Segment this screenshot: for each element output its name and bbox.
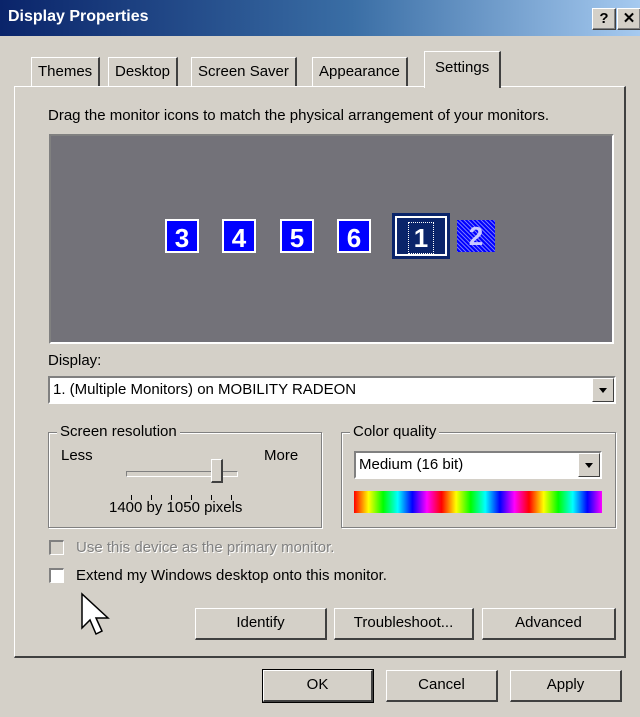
tab-screen-saver[interactable]: Screen Saver: [191, 57, 297, 86]
monitor-icon-5[interactable]: 5: [280, 219, 314, 253]
extend-desktop-label: Extend my Windows desktop onto this moni…: [76, 567, 387, 584]
display-select[interactable]: 1. (Multiple Monitors) on MOBILITY RADEO…: [48, 376, 616, 404]
monitor-icon-1-selected[interactable]: 1: [392, 213, 450, 259]
instruction-text: Drag the monitor icons to match the phys…: [48, 107, 550, 124]
color-spectrum-preview: [354, 491, 602, 513]
advanced-button[interactable]: Advanced: [482, 608, 616, 640]
display-label: Display:: [48, 352, 102, 369]
tab-themes[interactable]: Themes: [31, 57, 101, 86]
resolution-slider-thumb[interactable]: [211, 459, 224, 483]
monitor-arrangement-area[interactable]: 3 4 5 6 1 2: [49, 134, 614, 344]
tab-settings[interactable]: Settings: [424, 51, 502, 88]
monitor-icon-3[interactable]: 3: [165, 219, 199, 253]
ok-button[interactable]: OK: [262, 669, 374, 703]
identify-button[interactable]: Identify: [195, 608, 327, 640]
color-quality-title: Color quality: [350, 423, 440, 440]
primary-monitor-checkbox[interactable]: [49, 540, 64, 555]
screen-resolution-title: Screen resolution: [57, 423, 180, 440]
mouse-cursor-icon: [81, 592, 110, 636]
chevron-down-icon[interactable]: [592, 378, 614, 402]
window-title: Display Properties: [8, 8, 149, 25]
color-quality-value: Medium (16 bit): [359, 456, 464, 473]
resolution-more-label: More: [264, 447, 299, 464]
tab-appearance[interactable]: Appearance: [312, 57, 408, 86]
chevron-down-icon[interactable]: [578, 453, 600, 477]
tab-desktop[interactable]: Desktop: [108, 57, 179, 86]
help-button[interactable]: ?: [592, 8, 616, 30]
color-quality-select[interactable]: Medium (16 bit): [354, 451, 602, 479]
monitor-icon-4[interactable]: 4: [222, 219, 256, 253]
monitor-icon-2-inactive[interactable]: 2: [457, 220, 495, 252]
troubleshoot-button[interactable]: Troubleshoot...: [334, 608, 474, 640]
extend-desktop-checkbox[interactable]: [49, 568, 64, 583]
screen-resolution-group: Screen resolution Less More 1400 by 1050…: [48, 423, 322, 528]
cancel-button[interactable]: Cancel: [386, 670, 498, 702]
apply-button[interactable]: Apply: [510, 670, 622, 702]
color-quality-group: Color quality Medium (16 bit): [341, 423, 616, 528]
resolution-less-label: Less: [61, 447, 93, 464]
primary-monitor-label: Use this device as the primary monitor.: [76, 539, 335, 556]
title-bar: Display Properties ? ✕: [0, 0, 640, 36]
monitor-icon-1-label: 1: [407, 222, 435, 254]
resolution-value-text: 1400 by 1050 pixels: [109, 499, 243, 516]
monitor-icon-6[interactable]: 6: [337, 219, 371, 253]
close-button[interactable]: ✕: [617, 8, 640, 30]
display-select-value: 1. (Multiple Monitors) on MOBILITY RADEO…: [53, 381, 357, 398]
